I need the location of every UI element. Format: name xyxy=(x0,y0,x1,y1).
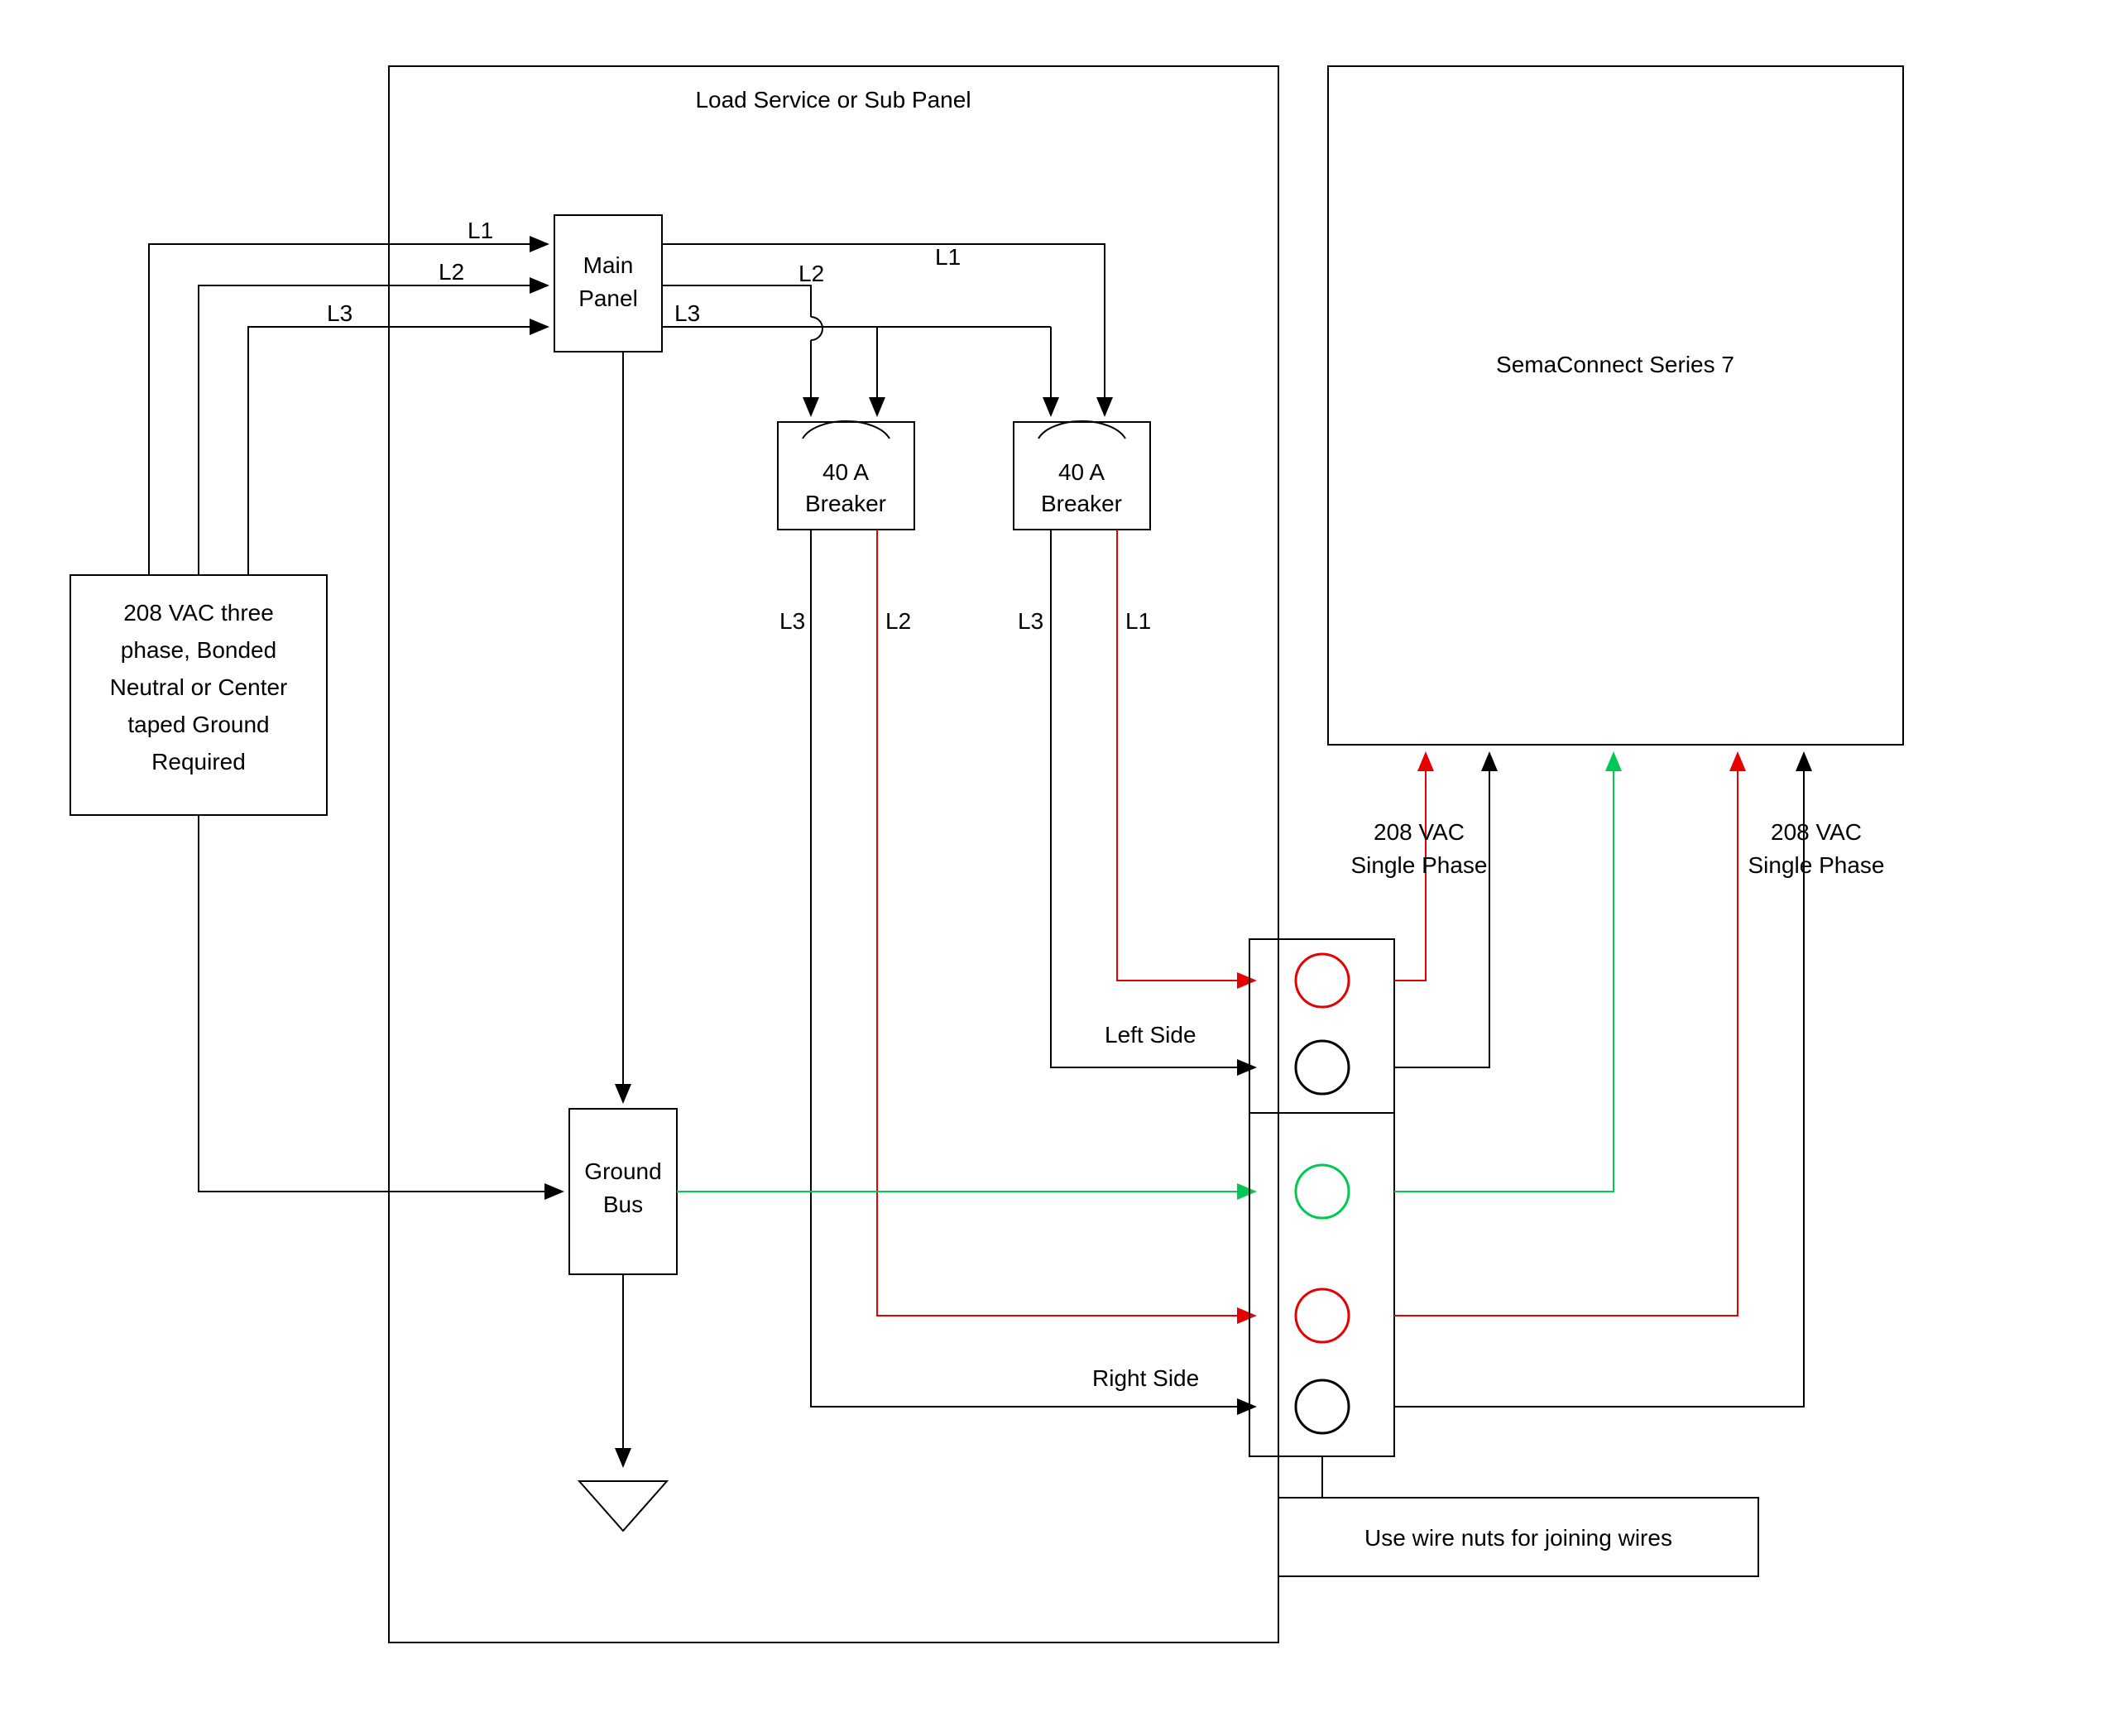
terminal-L1-left xyxy=(1296,954,1349,1007)
wire-src-L3 xyxy=(248,327,546,575)
wire-src-L1 xyxy=(149,244,546,575)
label-br-L3: L3 xyxy=(1018,608,1043,634)
wire-nuts-text: Use wire nuts for joining wires xyxy=(1364,1525,1672,1551)
volt-left-1: 208 VAC xyxy=(1374,819,1465,845)
breaker-right-line2: Breaker xyxy=(1041,491,1122,516)
source-line2: phase, Bonded xyxy=(121,637,276,663)
ground-bus-line1: Ground xyxy=(584,1158,661,1184)
junction-box-upper xyxy=(1249,939,1394,1113)
volt-right-1: 208 VAC xyxy=(1771,819,1862,845)
ground-bus-line2: Bus xyxy=(603,1192,643,1217)
source-line1: 208 VAC three xyxy=(123,600,274,626)
volt-right-2: Single Phase xyxy=(1748,852,1884,878)
source-line3: Neutral or Center xyxy=(110,674,288,700)
label-src-L3: L3 xyxy=(327,300,352,326)
wiring-diagram: Load Service or Sub Panel 208 VAC three … xyxy=(0,0,2110,1736)
volt-left-2: Single Phase xyxy=(1350,852,1487,878)
panel-title: Load Service or Sub Panel xyxy=(695,87,971,113)
wire-mp-L2-hop xyxy=(811,317,822,340)
junction-box-full xyxy=(1249,939,1394,1456)
wire-br-L1-out xyxy=(1117,530,1254,981)
label-src-L1: L1 xyxy=(468,218,493,243)
terminal-L3-left xyxy=(1296,1041,1349,1094)
main-panel-line1: Main xyxy=(583,252,634,278)
wire-src-L2 xyxy=(199,285,546,575)
terminal-L3-right xyxy=(1296,1380,1349,1433)
breaker-left-line1: 40 A xyxy=(822,459,869,485)
label-mp-L1: L1 xyxy=(935,244,961,270)
wire-neutral-to-gnd xyxy=(199,1109,561,1192)
label-mp-L2: L2 xyxy=(798,261,824,286)
source-line5: Required xyxy=(151,749,246,774)
terminal-L2-right xyxy=(1296,1289,1349,1342)
wire-bl-L2-out xyxy=(877,530,1254,1316)
wire-br-L3-out xyxy=(1051,530,1254,1067)
label-src-L2: L2 xyxy=(439,259,464,285)
terminal-ground xyxy=(1296,1165,1349,1218)
ground-symbol xyxy=(579,1481,667,1531)
right-side-label: Right Side xyxy=(1092,1365,1199,1391)
charger-box xyxy=(1328,66,1903,745)
wire-term-L3l-up xyxy=(1394,755,1489,1067)
label-mp-L3: L3 xyxy=(674,300,700,326)
label-bl-L2: L2 xyxy=(885,608,911,634)
breaker-left-line2: Breaker xyxy=(805,491,886,516)
main-panel-box xyxy=(554,215,662,352)
left-side-label: Left Side xyxy=(1105,1022,1196,1048)
main-panel-line2: Panel xyxy=(578,285,638,311)
breaker-right-line1: 40 A xyxy=(1058,459,1105,485)
source-line4: taped Ground xyxy=(127,712,269,737)
label-bl-L3: L3 xyxy=(779,608,805,634)
charger-title: SemaConnect Series 7 xyxy=(1496,352,1734,377)
label-br-L1: L1 xyxy=(1125,608,1151,634)
wire-mp-L1 xyxy=(662,244,1105,414)
